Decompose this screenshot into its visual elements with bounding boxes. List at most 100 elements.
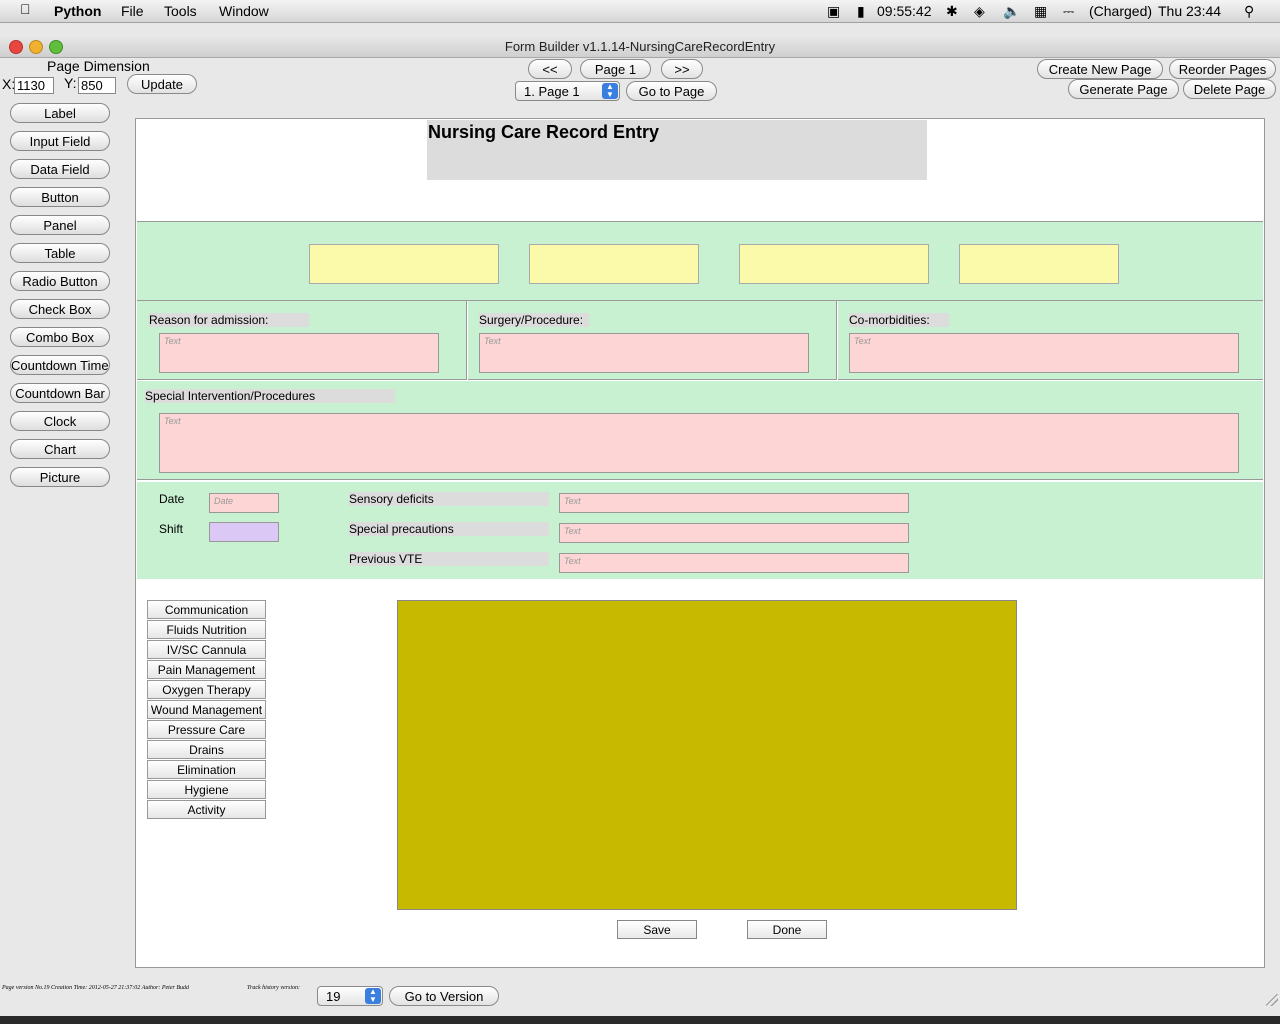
palette-combo-box-button[interactable]: Combo Box — [10, 327, 110, 347]
special-precautions-label: Special precautions — [349, 522, 549, 536]
content-panel[interactable] — [397, 600, 1017, 910]
page-dimension-label: Page Dimension — [47, 58, 150, 74]
resize-grip-icon[interactable] — [1266, 994, 1278, 1006]
page-select-value: 1. Page 1 — [524, 84, 580, 99]
comorbidities-input[interactable]: Text — [849, 333, 1239, 373]
surgery-placeholder: Text — [484, 336, 501, 346]
shift-label: Shift — [159, 522, 184, 536]
power-icon[interactable]: ⎓ — [1063, 3, 1074, 20]
special-interventions-panel: Special Intervention/Procedures Text — [137, 381, 1263, 480]
nav-drains-button[interactable]: Drains — [147, 740, 266, 759]
date-label: Date — [159, 492, 185, 506]
reorder-pages-button[interactable]: Reorder Pages — [1169, 59, 1276, 79]
comorbidities-placeholder: Text — [854, 336, 871, 346]
delete-page-button[interactable]: Delete Page — [1183, 79, 1276, 99]
nav-pain-management-button[interactable]: Pain Management — [147, 660, 266, 679]
spotlight-search-icon[interactable]: ⚲ — [1244, 3, 1254, 20]
header-data-field-2[interactable] — [529, 244, 699, 284]
palette-picture-button[interactable]: Picture — [10, 467, 110, 487]
previous-vte-label: Previous VTE — [349, 552, 549, 566]
palette-chart-button[interactable]: Chart — [10, 439, 110, 459]
surgery-input[interactable]: Text — [479, 333, 809, 373]
surgery-label: Surgery/Procedure: — [479, 313, 589, 327]
palette-clock-button[interactable]: Clock — [10, 411, 110, 431]
sensory-placeholder: Text — [564, 496, 581, 506]
palette-table-button[interactable]: Table — [10, 243, 110, 263]
track-history-label: Track history version: — [247, 985, 300, 991]
volume-icon[interactable]: 🔈 — [1003, 3, 1020, 20]
menu-window[interactable]: Window — [219, 3, 269, 19]
special-interventions-input[interactable]: Text — [159, 413, 1239, 473]
next-page-button[interactable]: >> — [661, 59, 703, 79]
date-input[interactable]: Date — [209, 493, 279, 513]
special-precautions-input[interactable]: Text — [559, 523, 909, 543]
menu-file[interactable]: File — [121, 3, 144, 19]
sensory-deficits-input[interactable]: Text — [559, 493, 909, 513]
version-select[interactable]: 19 ▲ ▼ — [317, 986, 383, 1006]
dock-strip — [0, 1016, 1280, 1024]
done-button[interactable]: Done — [747, 920, 827, 939]
previous-vte-input[interactable]: Text — [559, 553, 909, 573]
wifi-icon[interactable]: ◈ — [974, 3, 985, 20]
go-to-version-button[interactable]: Go to Version — [389, 986, 499, 1006]
reason-input[interactable]: Text — [159, 333, 439, 373]
nav-activity-button[interactable]: Activity — [147, 800, 266, 819]
display-icon[interactable]: ▣ — [827, 3, 840, 20]
prev-page-button[interactable]: << — [528, 59, 572, 79]
nav-pressure-care-button[interactable]: Pressure Care — [147, 720, 266, 739]
nav-oxygen-therapy-button[interactable]: Oxygen Therapy — [147, 680, 266, 699]
select-arrows-icon: ▲ ▼ — [602, 83, 618, 99]
menu-app-name[interactable]: Python — [54, 3, 101, 19]
page-select[interactable]: 1. Page 1 ▲ ▼ — [515, 81, 620, 101]
reason-label: Reason for admission: — [149, 313, 309, 327]
nav-wound-management-button[interactable]: Wound Management — [147, 700, 266, 719]
header-data-field-3[interactable] — [739, 244, 929, 284]
palette-panel-button[interactable]: Panel — [10, 215, 110, 235]
reason-placeholder: Text — [164, 336, 181, 346]
palette-countdown-timer-button[interactable]: Countdown Timer — [10, 355, 110, 375]
menu-tools[interactable]: Tools — [164, 3, 197, 19]
palette-button-button[interactable]: Button — [10, 187, 110, 207]
menubar-clock[interactable]: Thu 23:44 — [1158, 3, 1221, 19]
palette-radio-button[interactable]: Radio Button — [10, 271, 110, 291]
form-title-panel[interactable]: Nursing Care Record Entry — [427, 120, 927, 180]
update-button[interactable]: Update — [127, 74, 197, 94]
apple-icon[interactable]:  — [20, 1, 31, 17]
version-select-arrows-icon: ▲ ▼ — [365, 988, 381, 1004]
palette-data-field-button[interactable]: Data Field — [10, 159, 110, 179]
battery-time[interactable]: 09:55:42 — [877, 3, 932, 19]
page-width-input[interactable]: 1130 — [14, 77, 54, 94]
palette-countdown-bar-button[interactable]: Countdown Bar — [10, 383, 110, 403]
palette-input-field-button[interactable]: Input Field — [10, 131, 110, 151]
current-page-button[interactable]: Page 1 — [580, 59, 651, 79]
battery-state[interactable]: (Charged) — [1089, 3, 1152, 19]
battery-icon[interactable]: ▮ — [857, 3, 865, 20]
version-select-value: 19 — [326, 989, 341, 1004]
special-interventions-label: Special Intervention/Procedures — [145, 389, 395, 403]
precautions-placeholder: Text — [564, 526, 581, 536]
date-placeholder: Date — [214, 496, 234, 506]
generate-page-button[interactable]: Generate Page — [1068, 79, 1179, 99]
palette-check-box-button[interactable]: Check Box — [10, 299, 110, 319]
save-button[interactable]: Save — [617, 920, 697, 939]
nav-communication-button[interactable]: Communication — [147, 600, 266, 619]
create-new-page-button[interactable]: Create New Page — [1037, 59, 1163, 79]
nav-iv-sc-cannula-button[interactable]: IV/SC Cannula — [147, 640, 266, 659]
calendar-icon[interactable]: ▦ — [1034, 3, 1047, 20]
surgery-panel: Surgery/Procedure: Text — [468, 301, 837, 380]
nav-fluids-nutrition-button[interactable]: Fluids Nutrition — [147, 620, 266, 639]
bluetooth-icon[interactable]: ✱ — [946, 3, 958, 20]
header-data-field-4[interactable] — [959, 244, 1119, 284]
vte-placeholder: Text — [564, 556, 581, 566]
go-to-page-button[interactable]: Go to Page — [626, 81, 717, 101]
shift-select[interactable] — [209, 522, 279, 542]
palette-label-button[interactable]: Label — [10, 103, 110, 123]
comorbidities-panel: Co-morbidities: Text — [838, 301, 1263, 380]
nav-hygiene-button[interactable]: Hygiene — [147, 780, 266, 799]
header-data-field-1[interactable] — [309, 244, 499, 284]
assessment-panel: Date Date Shift Sensory deficits Text Sp… — [137, 482, 1263, 579]
sensory-deficits-label: Sensory deficits — [349, 492, 549, 506]
nav-elimination-button[interactable]: Elimination — [147, 760, 266, 779]
reason-panel: Reason for admission: Text — [137, 301, 467, 380]
page-height-input[interactable]: 850 — [78, 77, 116, 94]
